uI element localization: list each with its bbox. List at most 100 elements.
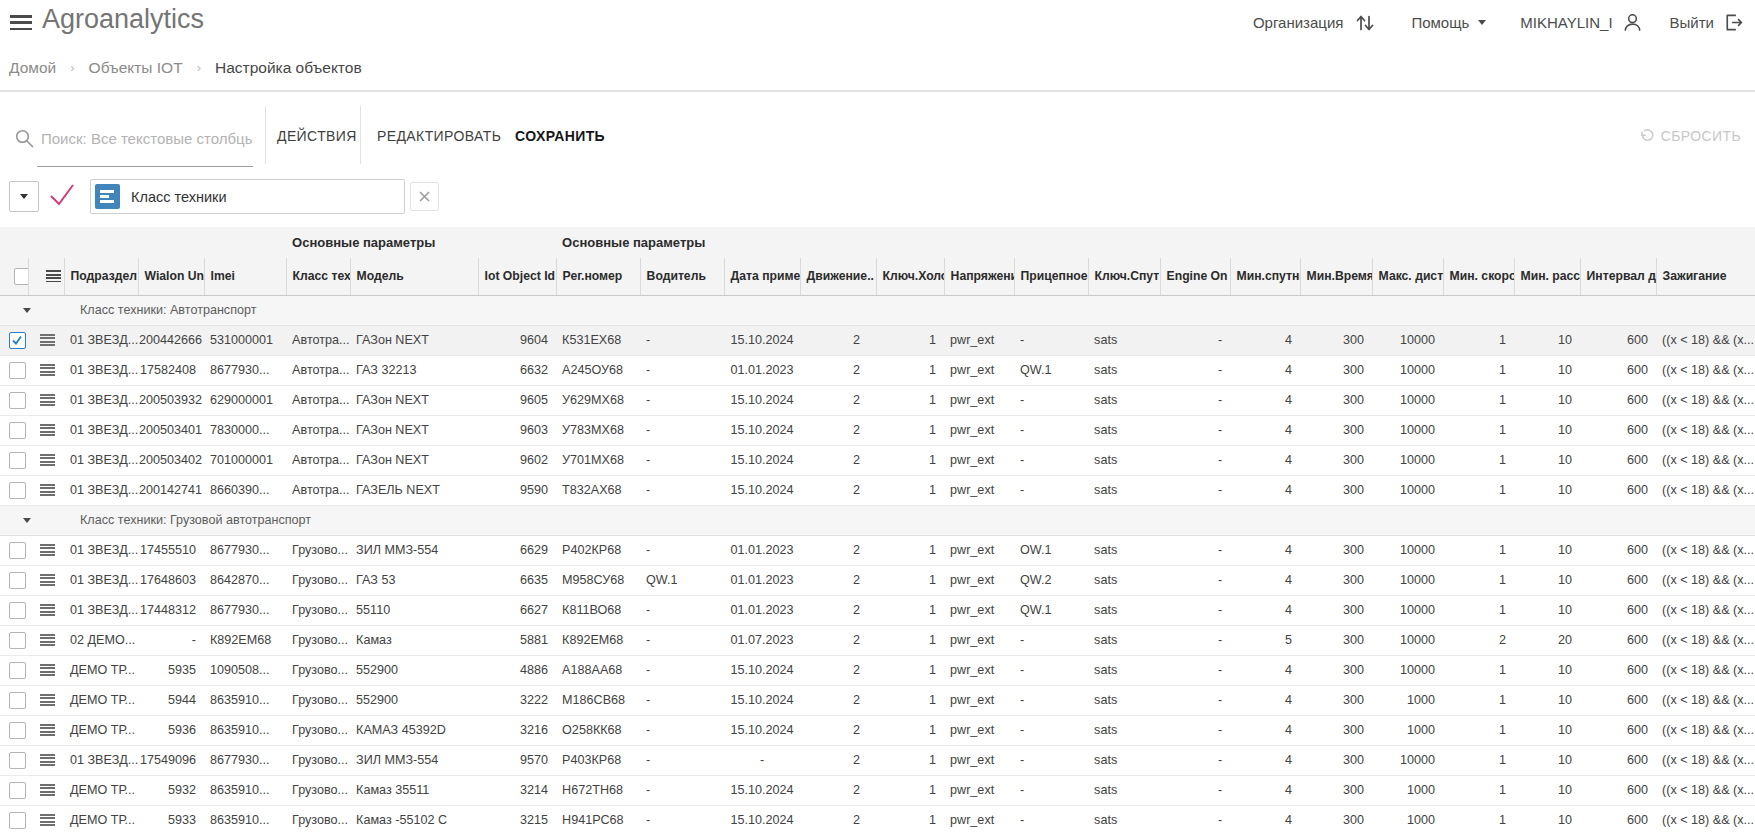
cell-zazhiganie[interactable]: ((x < 18) && (x... — [1656, 565, 1755, 595]
cell-wialon_unit[interactable]: 5936 — [138, 715, 204, 745]
filter-dropdown-button[interactable] — [9, 181, 39, 212]
cell-interval[interactable]: 600 — [1580, 775, 1656, 805]
row-select-cell[interactable] — [0, 775, 28, 805]
row-checkbox[interactable] — [9, 692, 26, 709]
cell-reg_nomer[interactable]: О258КК68 — [556, 715, 640, 745]
cell-klyuch_sputnik[interactable]: sats — [1088, 475, 1160, 505]
user-menu[interactable]: MIKHAYLIN_I — [1520, 14, 1612, 31]
cell-dvizhenie[interactable]: 2 — [800, 625, 876, 655]
cell-imei[interactable]: 7830000... — [204, 415, 286, 445]
cell-data_primeneniya[interactable]: 01.01.2023 — [724, 595, 800, 625]
cell-wialon_unit[interactable]: 200503402 — [138, 445, 204, 475]
cell-maks_distanciya[interactable]: 1000 — [1372, 715, 1443, 745]
cell-interval[interactable]: 600 — [1580, 625, 1656, 655]
cell-maks_distanciya[interactable]: 1000 — [1372, 775, 1443, 805]
row-select-cell[interactable] — [0, 685, 28, 715]
cell-klyuch_holostoy[interactable]: 1 — [876, 745, 944, 775]
column-header-data_primeneniya[interactable]: Дата примен — [724, 258, 800, 295]
cell-klyuch_sputnik[interactable]: sats — [1088, 715, 1160, 745]
cell-klyuch_holostoy[interactable]: 1 — [876, 475, 944, 505]
cell-podrazdelenie[interactable]: ДЕМО ТР... — [64, 685, 138, 715]
cell-engine_on[interactable]: - — [1160, 745, 1230, 775]
column-header-engine_on[interactable]: Engine On N — [1160, 258, 1230, 295]
edit-button[interactable]: РЕДАКТИРОВАТЬ — [377, 92, 501, 179]
cell-data_primeneniya[interactable]: 15.10.2024 — [724, 385, 800, 415]
cell-reg_nomer[interactable]: М186СВ68 — [556, 685, 640, 715]
cell-imei[interactable]: 8635910... — [204, 715, 286, 745]
cell-min_skorost[interactable]: 2 — [1443, 625, 1514, 655]
cell-min_sputniki[interactable]: 4 — [1230, 715, 1300, 745]
cell-engine_on[interactable]: - — [1160, 355, 1230, 385]
row-menu-cell[interactable] — [28, 805, 64, 833]
column-header-imei[interactable]: Imei — [204, 258, 286, 295]
cell-reg_nomer[interactable]: А188АА68 — [556, 655, 640, 685]
cell-min_vremya[interactable]: 300 — [1300, 685, 1372, 715]
cell-wialon_unit[interactable]: 5944 — [138, 685, 204, 715]
cell-imei[interactable]: 701000001 — [204, 445, 286, 475]
row-menu-cell[interactable] — [28, 685, 64, 715]
cell-maks_distanciya[interactable]: 10000 — [1372, 415, 1443, 445]
cell-maks_distanciya[interactable]: 10000 — [1372, 445, 1443, 475]
cell-data_primeneniya[interactable]: 01.01.2023 — [724, 535, 800, 565]
cell-min_skorost[interactable]: 1 — [1443, 325, 1514, 355]
cell-dvizhenie[interactable]: 2 — [800, 445, 876, 475]
row-checkbox[interactable] — [9, 452, 26, 469]
cell-klass_tehniki[interactable]: Грузово... — [286, 625, 350, 655]
cell-napryazhenie[interactable]: pwr_ext — [944, 355, 1014, 385]
row-select-cell[interactable] — [0, 625, 28, 655]
row-select-cell[interactable] — [0, 655, 28, 685]
cell-podrazdelenie[interactable]: ДЕМО ТР... — [64, 655, 138, 685]
cell-interval[interactable]: 600 — [1580, 745, 1656, 775]
cell-model[interactable]: 55110 — [350, 595, 478, 625]
cell-zazhiganie[interactable]: ((x < 18) && (x... — [1656, 325, 1755, 355]
cell-model[interactable]: ГАЗ 53 — [350, 565, 478, 595]
filter-enabled-check-icon[interactable] — [46, 181, 78, 209]
cell-wialon_unit[interactable]: 5932 — [138, 775, 204, 805]
cell-imei[interactable]: 8635910... — [204, 805, 286, 833]
breadcrumb-home[interactable]: Домой — [9, 59, 56, 77]
cell-maks_distanciya[interactable]: 1000 — [1372, 685, 1443, 715]
cell-voditel[interactable]: - — [640, 685, 724, 715]
actions-button[interactable]: ДЕЙСТВИЯ — [277, 92, 357, 179]
column-header-podrazdelenie[interactable]: Подраздел — [64, 258, 138, 295]
cell-zazhiganie[interactable]: ((x < 18) && (x... — [1656, 385, 1755, 415]
cell-engine_on[interactable]: - — [1160, 625, 1230, 655]
row-select-cell[interactable] — [0, 535, 28, 565]
cell-reg_nomer[interactable]: Н941РС68 — [556, 805, 640, 833]
cell-data_primeneniya[interactable]: 15.10.2024 — [724, 475, 800, 505]
cell-wialon_unit[interactable]: 200442666 — [138, 325, 204, 355]
cell-reg_nomer[interactable]: К811ВО68 — [556, 595, 640, 625]
cell-min_rasstoyanie[interactable]: 10 — [1514, 325, 1580, 355]
cell-wialon_unit[interactable]: 17648603 — [138, 565, 204, 595]
cell-klyuch_sputnik[interactable]: sats — [1088, 745, 1160, 775]
cell-klass_tehniki[interactable]: Грузово... — [286, 565, 350, 595]
cell-min_vremya[interactable]: 300 — [1300, 565, 1372, 595]
cell-min_skorost[interactable]: 1 — [1443, 745, 1514, 775]
cell-zazhiganie[interactable]: ((x < 18) && (x... — [1656, 715, 1755, 745]
cell-pricepnoe[interactable]: - — [1014, 415, 1088, 445]
cell-pricepnoe[interactable]: QW.1 — [1014, 355, 1088, 385]
cell-klass_tehniki[interactable]: Автотра... — [286, 385, 350, 415]
cell-min_vremya[interactable]: 300 — [1300, 535, 1372, 565]
cell-maks_distanciya[interactable]: 10000 — [1372, 625, 1443, 655]
group-row[interactable]: Класс техники: Грузовой автотранспорт — [0, 505, 1755, 535]
cell-voditel[interactable]: - — [640, 325, 724, 355]
cell-wialon_unit[interactable]: 17582408 — [138, 355, 204, 385]
cell-min_rasstoyanie[interactable]: 10 — [1514, 805, 1580, 833]
row-menu-cell[interactable] — [28, 775, 64, 805]
cell-min_sputniki[interactable]: 4 — [1230, 655, 1300, 685]
row-checkbox[interactable] — [9, 362, 26, 379]
cell-imei[interactable]: 8635910... — [204, 775, 286, 805]
cell-klyuch_holostoy[interactable]: 1 — [876, 325, 944, 355]
cell-min_vremya[interactable]: 300 — [1300, 595, 1372, 625]
row-menu-cell[interactable] — [28, 625, 64, 655]
cell-iot_object_id[interactable]: 3222 — [478, 685, 556, 715]
cell-min_skorost[interactable]: 1 — [1443, 685, 1514, 715]
row-select-cell[interactable] — [0, 445, 28, 475]
cell-min_sputniki[interactable]: 4 — [1230, 385, 1300, 415]
cell-klass_tehniki[interactable]: Грузово... — [286, 745, 350, 775]
cell-min_sputniki[interactable]: 4 — [1230, 595, 1300, 625]
cell-min_rasstoyanie[interactable]: 10 — [1514, 535, 1580, 565]
cell-min_sputniki[interactable]: 4 — [1230, 775, 1300, 805]
cell-model[interactable]: ГАЗ 32213 — [350, 355, 478, 385]
